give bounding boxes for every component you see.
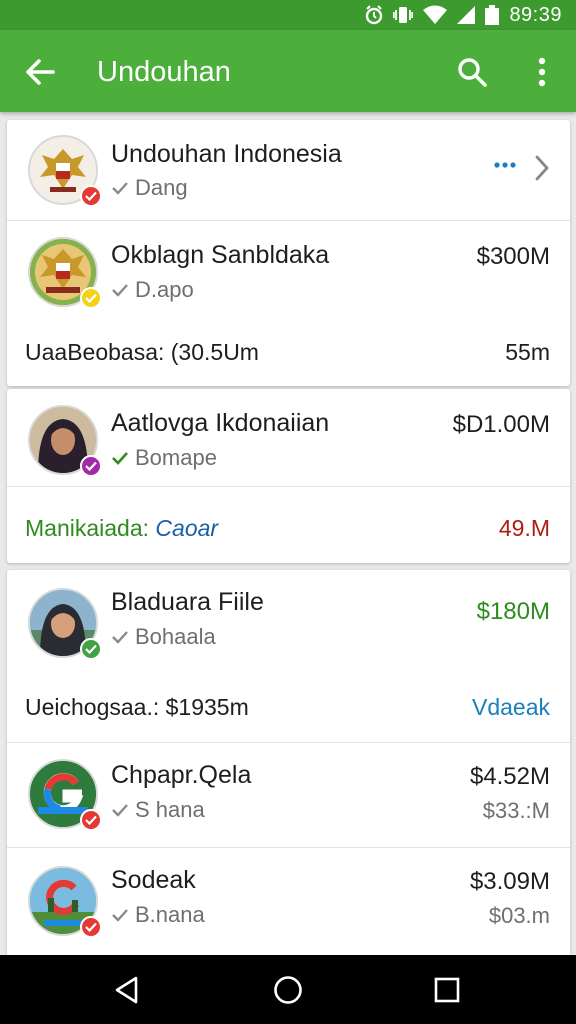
status-bar: 89:39 [0,0,576,30]
check-icon [112,631,128,644]
list-item[interactable]: Aatlovga Ikdonaiian Bomape $D1.00M Manik… [7,389,570,563]
avatar [28,588,102,660]
page-title: Undouhan [97,56,231,88]
item-amount: $300M [476,243,550,270]
overflow-menu-icon[interactable] [522,52,562,92]
card-group-1: Undouhan Indonesia Dang Okblagn Sanbldak… [7,120,570,386]
item-status: Bohaala [111,624,216,650]
verified-badge-icon [80,455,102,477]
avatar [28,759,102,831]
check-icon [112,804,128,817]
card-group-3: Bladuara Fiile Bohaala $180M Ueichogsaa.… [7,570,570,955]
item-name: Aatlovga Ikdonaiian [111,409,330,437]
item-amount-secondary: $33.:M [482,798,550,823]
item-status: Bomape [111,445,217,471]
list-item[interactable]: Okblagn Sanbldaka D.apo $300M UaaBeobasa… [7,221,570,386]
avatar [28,237,102,309]
list-item[interactable]: Chpapr.Qela S hana $4.52M $33.:M [7,743,570,847]
footer-link[interactable]: Caoar [155,515,218,541]
item-footer-label: Manikaiada: Caoar [25,515,218,542]
list-item-header[interactable]: Undouhan Indonesia Dang [7,120,570,220]
verified-badge-icon [80,287,102,309]
avatar [28,135,102,207]
item-amount: $D1.00M [452,411,550,438]
item-sub: Dang [135,175,188,200]
avatar [28,405,102,477]
search-icon[interactable] [452,52,492,92]
avatar [28,866,102,938]
nav-back-icon[interactable] [106,969,148,1011]
item-name: Bladuara Fiile [111,588,264,616]
item-sub: B.nana [135,902,205,927]
item-name: Undouhan Indonesia [111,140,342,168]
item-name: Okblagn Sanbldaka [111,241,330,269]
card-group-2: Aatlovga Ikdonaiian Bomape $D1.00M Manik… [7,389,570,563]
item-footer-label: Ueichogsaa.: $1935m [25,694,249,720]
back-arrow-icon[interactable] [20,52,60,92]
item-sub: Bomape [135,445,217,470]
nav-home-icon[interactable] [267,969,309,1011]
item-status: D.apo [111,277,194,303]
cell-signal-icon [457,5,476,25]
chevron-right-icon[interactable] [534,154,550,187]
verified-badge-icon [80,185,102,207]
check-icon [112,909,128,922]
verified-badge-icon [80,916,102,938]
battery-icon [485,5,500,25]
item-amount-secondary: $03.m [488,903,550,928]
item-name: Chpapr.Qela [111,761,252,789]
vibrate-icon [393,5,414,25]
item-footer-value: 55m [505,339,550,365]
list-item[interactable]: Sodeak B.nana $3.09M $03.m [7,848,570,955]
system-nav-bar [0,955,576,1024]
item-footer-value[interactable]: Vdaeak [472,694,550,721]
item-status: B.nana [111,902,205,928]
item-footer-label: UaaBeobasa: (30.5Um [25,339,259,365]
item-name: Sodeak [111,866,196,894]
list-item[interactable]: Bladuara Fiile Bohaala $180M Ueichogsaa.… [7,570,570,742]
nav-recents-icon[interactable] [426,969,468,1011]
item-amount: $4.52M [469,763,550,790]
verified-badge-icon [80,809,102,831]
app-bar: Undouhan [0,30,576,112]
item-footer-value: 49.M [498,515,550,541]
item-sub: Bohaala [135,624,216,649]
item-status: S hana [111,797,205,823]
divider [7,486,570,487]
check-icon [112,182,128,195]
item-amount: $180M [476,598,550,625]
status-time: 89:39 [509,3,562,26]
check-icon [112,452,128,465]
item-sub: D.apo [135,277,194,302]
verified-badge-icon [80,638,102,660]
item-status: Dang [111,175,188,201]
wifi-icon [423,5,448,25]
check-icon [112,284,128,297]
footer-label-text: Manikaiada: [25,515,150,541]
item-sub: S hana [135,797,205,822]
item-amount: $3.09M [469,868,550,895]
more-dots-icon[interactable] [494,158,516,176]
alarm-icon [365,5,383,25]
